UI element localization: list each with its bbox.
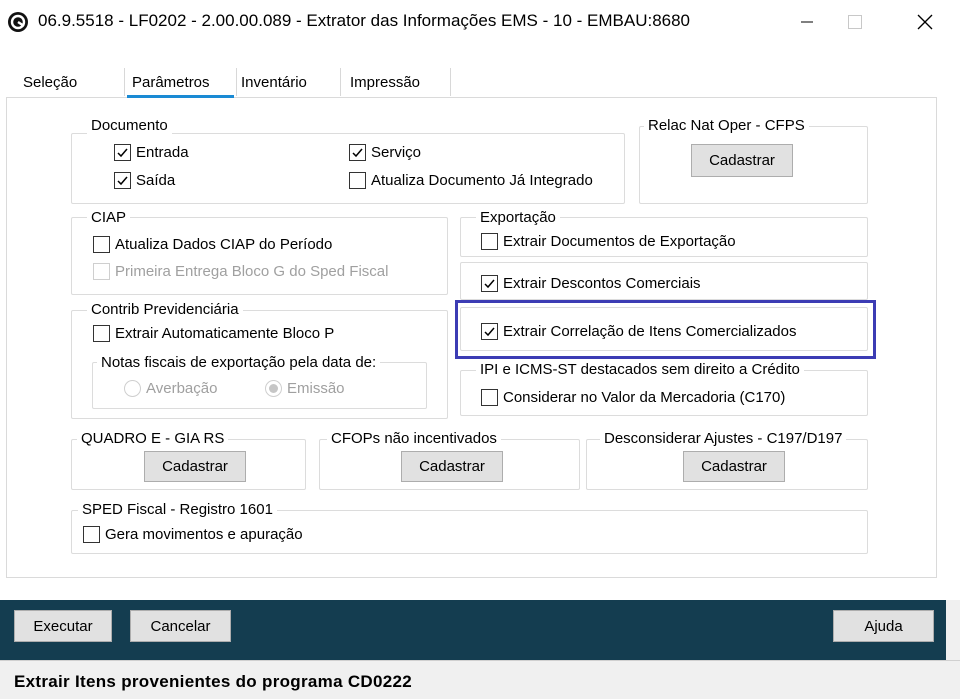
sped-fiscal-label: SPED Fiscal - Registro 1601 xyxy=(78,501,277,519)
maximize-button xyxy=(832,0,878,44)
saida-label[interactable]: Saída xyxy=(136,172,175,190)
minimize-button[interactable] xyxy=(784,0,830,44)
extrair-documentos-exportacao-checkbox[interactable] xyxy=(481,233,498,250)
window-title: 06.9.5518 - LF0202 - 2.00.00.089 - Extra… xyxy=(38,11,691,30)
considerar-valor-checkbox[interactable] xyxy=(481,389,498,406)
gera-movimentos-label[interactable]: Gera movimentos e apuração xyxy=(105,526,303,544)
tab-inventario[interactable]: Inventário xyxy=(241,72,307,100)
ajuda-button[interactable]: Ajuda xyxy=(833,610,934,642)
desconsiderar-ajustes-label: Desconsiderar Ajustes - C197/D197 xyxy=(600,430,847,448)
notas-fiscais-label: Notas fiscais de exportação pela data de… xyxy=(97,354,381,372)
desconsiderar-cadastrar-button[interactable]: Cadastrar xyxy=(683,451,785,482)
averbacao-label: Averbação xyxy=(146,380,218,397)
emissao-radio xyxy=(265,380,282,397)
tab-divider xyxy=(450,68,451,96)
extrair-bloco-p-checkbox[interactable] xyxy=(93,325,110,342)
executar-button[interactable]: Executar xyxy=(14,610,112,642)
servico-label[interactable]: Serviço xyxy=(371,144,421,162)
atualiza-ciap-checkbox[interactable] xyxy=(93,236,110,253)
documento-label: Documento xyxy=(87,117,172,135)
relac-cadastrar-button[interactable]: Cadastrar xyxy=(691,144,793,177)
exportacao-label: Exportação xyxy=(476,209,560,227)
close-button[interactable] xyxy=(902,0,948,44)
atualiza-ciap-label[interactable]: Atualiza Dados CIAP do Período xyxy=(115,236,332,254)
quadro-e-label: QUADRO E - GIA RS xyxy=(77,430,229,448)
atualiza-documento-label[interactable]: Atualiza Documento Já Integrado xyxy=(371,172,593,190)
extrair-documentos-exportacao-label[interactable]: Extrair Documentos de Exportação xyxy=(503,233,736,251)
relac-nat-oper-label: Relac Nat Oper - CFPS xyxy=(644,117,809,135)
checkmark-icon xyxy=(117,176,128,186)
extrair-descontos-checkbox[interactable] xyxy=(481,275,498,292)
tab-impressao[interactable]: Impressão xyxy=(350,72,420,100)
close-icon xyxy=(917,14,933,30)
tab-divider xyxy=(236,68,237,96)
window-edge xyxy=(946,600,960,660)
emissao-label: Emissão xyxy=(287,380,345,397)
cancelar-button[interactable]: Cancelar xyxy=(130,610,231,642)
checkmark-icon xyxy=(484,279,495,289)
atualiza-documento-checkbox[interactable] xyxy=(349,172,366,189)
minimize-icon xyxy=(801,21,813,23)
highlight-box xyxy=(455,300,876,359)
status-text: Extrair Itens provenientes do programa C… xyxy=(14,672,413,691)
ciap-label: CIAP xyxy=(87,209,131,227)
contrib-previdenciaria-label: Contrib Previdenciária xyxy=(87,301,243,319)
app-logo-icon xyxy=(7,11,29,33)
ipi-icms-label: IPI e ICMS-ST destacados sem direito a C… xyxy=(476,361,804,379)
saida-checkbox[interactable] xyxy=(114,172,131,189)
quadro-cadastrar-button[interactable]: Cadastrar xyxy=(144,451,246,482)
ciap-group xyxy=(71,217,448,295)
extrair-descontos-label[interactable]: Extrair Descontos Comerciais xyxy=(503,275,701,293)
tab-selecao[interactable]: Seleção xyxy=(23,72,77,100)
servico-checkbox[interactable] xyxy=(349,144,366,161)
tab-divider xyxy=(124,68,125,96)
checkmark-icon xyxy=(352,148,363,158)
primeira-entrega-checkbox xyxy=(93,263,110,280)
extrair-bloco-p-label[interactable]: Extrair Automaticamente Bloco P xyxy=(115,325,334,343)
cfops-cadastrar-button[interactable]: Cadastrar xyxy=(401,451,503,482)
maximize-icon xyxy=(848,15,862,29)
gera-movimentos-checkbox[interactable] xyxy=(83,526,100,543)
active-tab-indicator xyxy=(127,95,234,98)
entrada-checkbox[interactable] xyxy=(114,144,131,161)
cfops-label: CFOPs não incentivados xyxy=(327,430,501,448)
checkmark-icon xyxy=(117,148,128,158)
primeira-entrega-label: Primeira Entrega Bloco G do Sped Fiscal xyxy=(115,263,389,280)
entrada-label[interactable]: Entrada xyxy=(136,144,189,162)
tab-divider xyxy=(340,68,341,96)
averbacao-radio xyxy=(124,380,141,397)
considerar-valor-label[interactable]: Considerar no Valor da Mercadoria (C170) xyxy=(503,389,785,407)
